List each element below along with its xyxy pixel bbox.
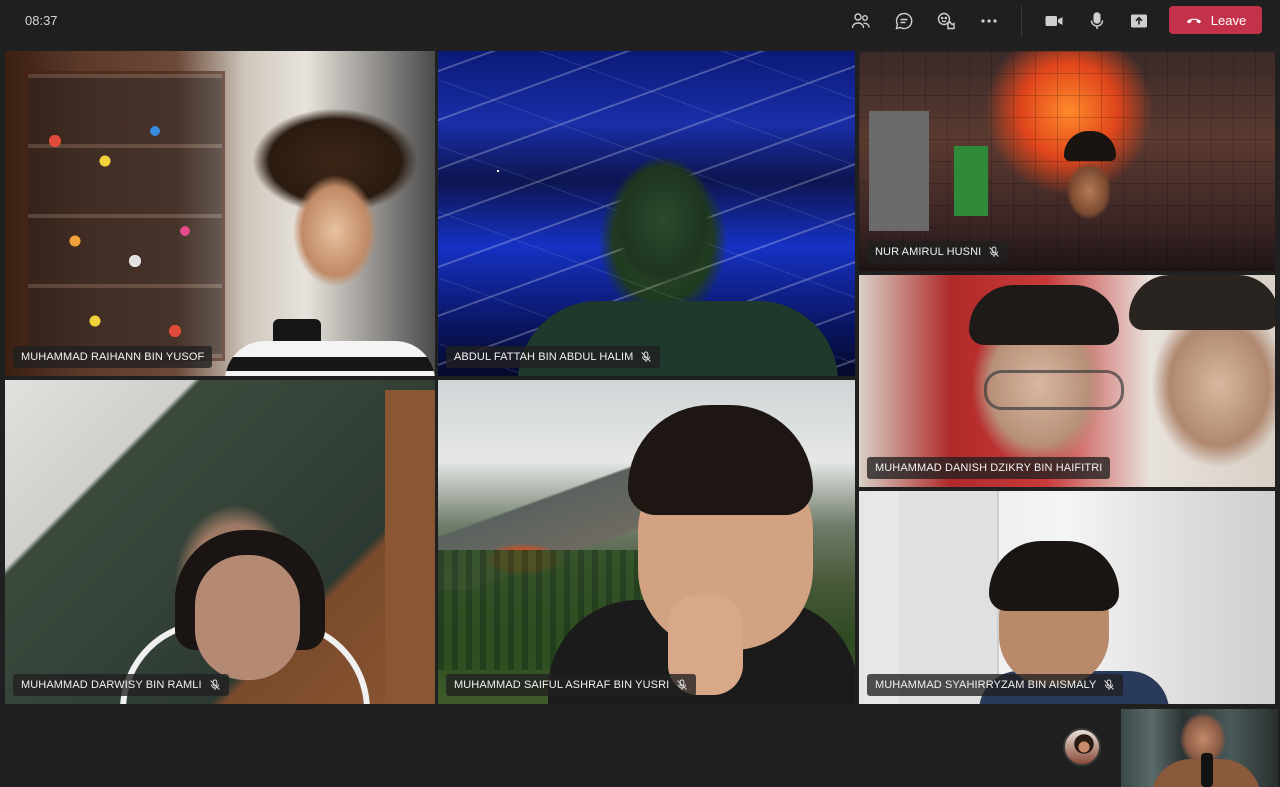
participant-name: MUHAMMAD RAIHANN BIN YUSOF — [21, 351, 205, 363]
wall — [899, 491, 999, 704]
video-tile[interactable]: MUHAMMAD RAIHANN BIN YUSOF — [5, 51, 435, 376]
meeting-toolbar: 08:37 Leave — [0, 0, 1280, 44]
video-tile[interactable]: MUHAMMAD DARWISY BIN RAMLI — [5, 380, 435, 704]
participant-name-tag: MUHAMMAD DARWISY BIN RAMLI — [13, 674, 229, 696]
person — [578, 111, 748, 376]
self-view-video[interactable] — [1121, 709, 1278, 787]
participant-name-tag: MUHAMMAD SYAHIRRYZAM BIN AISMALY — [867, 674, 1124, 696]
camera-icon[interactable] — [1039, 8, 1069, 34]
participant-avatar[interactable] — [1063, 728, 1101, 766]
leave-button[interactable]: Leave — [1169, 6, 1262, 34]
hair — [969, 285, 1119, 345]
more-icon[interactable] — [974, 8, 1004, 34]
video-tile[interactable]: MUHAMMAD SAIFUL ASHRAF BIN YUSRI — [438, 380, 855, 704]
toolbar-divider — [1021, 6, 1022, 36]
video-tile[interactable]: MUHAMMAD DANISH DZIKRY BIN HAIFITRI — [859, 275, 1275, 487]
participant-name: MUHAMMAD SAIFUL ASHRAF BIN YUSRI — [454, 679, 670, 691]
mic-muted-icon — [677, 679, 688, 690]
participant-name: MUHAMMAD DARWISY BIN RAMLI — [21, 679, 202, 691]
glasses — [984, 370, 1124, 410]
cabinet — [385, 390, 435, 704]
share-icon[interactable] — [1124, 8, 1154, 34]
person — [195, 555, 300, 680]
video-tile[interactable]: NUR AMIRUL HUSNI — [859, 51, 1275, 271]
video-tile[interactable]: MUHAMMAD SYAHIRRYZAM BIN AISMALY — [859, 491, 1275, 704]
participant-name: MUHAMMAD SYAHIRRYZAM BIN AISMALY — [875, 679, 1097, 691]
chat-icon[interactable] — [889, 8, 919, 34]
leave-label: Leave — [1210, 12, 1247, 28]
mic-muted-icon — [989, 246, 1000, 257]
participants-icon[interactable] — [846, 8, 876, 34]
background-figure — [869, 111, 929, 231]
figurines — [35, 111, 215, 361]
participant-name-tag: ABDUL FATTAH BIN ABDUL HALIM — [446, 346, 661, 368]
microphone — [1201, 753, 1213, 787]
meeting-clock: 08:37 — [25, 13, 58, 28]
background-figure — [954, 146, 988, 216]
mic-icon[interactable] — [1082, 8, 1112, 34]
video-tile[interactable]: ABDUL FATTAH BIN ABDUL HALIM — [438, 51, 855, 376]
mic-muted-icon — [641, 351, 652, 362]
mic-muted-icon — [209, 679, 220, 690]
participant-name: ABDUL FATTAH BIN ABDUL HALIM — [454, 351, 634, 363]
participant-name-tag: MUHAMMAD DANISH DZIKRY BIN HAIFITRI — [867, 457, 1111, 479]
shirt — [225, 341, 435, 376]
reactions-icon[interactable] — [931, 8, 961, 34]
participant-name: NUR AMIRUL HUSNI — [875, 246, 982, 258]
participant-name-tag: NUR AMIRUL HUSNI — [867, 241, 1009, 263]
mic-muted-icon — [1104, 679, 1115, 690]
participant-name-tag: MUHAMMAD RAIHANN BIN YUSOF — [13, 346, 213, 368]
hair — [1129, 275, 1275, 330]
participant-name: MUHAMMAD DANISH DZIKRY BIN HAIFITRI — [875, 462, 1103, 474]
hangup-icon — [1186, 18, 1201, 24]
participant-name-tag: MUHAMMAD SAIFUL ASHRAF BIN YUSRI — [446, 674, 697, 696]
